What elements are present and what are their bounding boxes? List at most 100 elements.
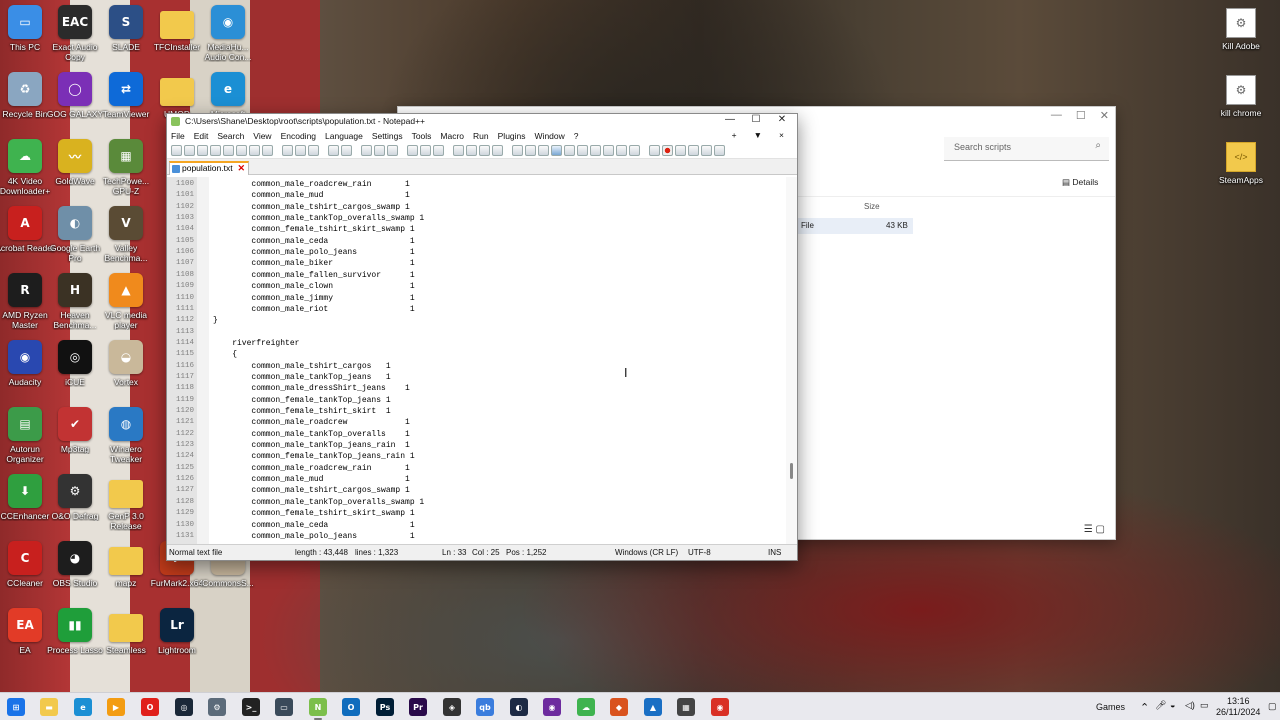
network-icon[interactable]: ◒ xyxy=(1170,700,1175,710)
games-label[interactable]: Games xyxy=(1096,702,1125,712)
chrome-icon[interactable]: ◉ xyxy=(711,698,729,716)
menu-window[interactable]: Window xyxy=(535,131,565,141)
chevron-up-icon[interactable]: ⌃ xyxy=(1140,701,1149,714)
photoshop-icon[interactable]: Ps xyxy=(376,698,394,716)
redo-icon[interactable] xyxy=(328,145,339,156)
steam-icon[interactable]: ◎ xyxy=(175,698,193,716)
code-line[interactable]: 1128 common_male_tankTop_overalls_swamp … xyxy=(167,497,787,508)
tool-icon[interactable] xyxy=(688,145,699,156)
terminal-icon[interactable]: >_ xyxy=(242,698,260,716)
media-icon[interactable]: ◉ xyxy=(543,698,561,716)
new-icon[interactable] xyxy=(171,145,182,156)
close-button[interactable]: ✕ xyxy=(769,114,795,125)
all-chars-icon[interactable] xyxy=(453,145,464,156)
sync-v-icon[interactable] xyxy=(407,145,418,156)
code-line[interactable]: 1129 common_female_tshirt_skirt_swamp 1 xyxy=(167,508,787,519)
code-line[interactable]: 1126 common_male_mud 1 xyxy=(167,474,787,485)
code-line[interactable]: 1105 common_male_ceda 1 xyxy=(167,236,787,247)
code-line[interactable]: 1125 common_male_roadcrew_rain 1 xyxy=(167,463,787,474)
maximize-button[interactable]: ☐ xyxy=(743,114,769,125)
code-line[interactable]: 1114 riverfreighter xyxy=(167,338,787,349)
settings-icon[interactable]: ⚙ xyxy=(208,698,226,716)
desktop-icon[interactable]: ◉ MediaHu... Audio Con... xyxy=(197,5,259,71)
clock-time[interactable]: 13:16 xyxy=(1227,696,1250,706)
opera-icon[interactable]: O xyxy=(141,698,159,716)
notepadpp-icon[interactable]: N xyxy=(309,698,327,720)
media-player-icon[interactable]: ▶ xyxy=(107,698,125,716)
view-toggle[interactable]: ☰ ▢ xyxy=(1084,524,1105,535)
code-line[interactable]: 1119 common_female_tankTop_jeans 1 xyxy=(167,395,787,406)
new-tab-icon[interactable]: + xyxy=(732,130,737,140)
clock-date[interactable]: 26/11/2024 xyxy=(1216,707,1260,717)
code-line[interactable]: 1108 common_male_fallen_survivor 1 xyxy=(167,270,787,281)
replace-icon[interactable] xyxy=(361,145,372,156)
menu-run[interactable]: Run xyxy=(473,131,489,141)
qbittorrent-icon[interactable]: qb xyxy=(476,698,494,716)
doc-map-icon[interactable] xyxy=(492,145,503,156)
save-icon[interactable] xyxy=(197,145,208,156)
minimize-icon[interactable]: — xyxy=(1051,109,1062,122)
code-line[interactable]: 1121 common_male_roadcrew 1 xyxy=(167,417,787,428)
text-editor[interactable]: 1100 common_male_roadcrew_rain 1 1101 com… xyxy=(167,177,787,544)
desktop-icon[interactable]: ◒ Vortex xyxy=(95,340,157,406)
menu-macro[interactable]: Macro xyxy=(440,131,464,141)
sync-h-icon[interactable] xyxy=(420,145,431,156)
paste-icon[interactable] xyxy=(295,145,306,156)
indent-guide-icon[interactable] xyxy=(466,145,477,156)
scrollbar-thumb[interactable] xyxy=(790,463,793,479)
tab-population-txt[interactable]: population.txt ✕ xyxy=(169,161,249,175)
notepadpp-window[interactable]: C:\Users\Shane\Desktop\root\scripts\popu… xyxy=(166,113,798,561)
code-line[interactable]: 1127 common_male_tshirt_cargos_swamp 1 xyxy=(167,485,787,496)
search-input[interactable]: Search scripts ⌕ xyxy=(944,137,1109,161)
open-icon[interactable] xyxy=(184,145,195,156)
print-icon[interactable] xyxy=(249,145,260,156)
close-icon[interactable]: ✕ xyxy=(1100,109,1109,122)
close-all-icon[interactable] xyxy=(236,145,247,156)
find-icon[interactable] xyxy=(341,145,352,156)
code-line[interactable]: 1118 common_male_dressShirt_jeans 1 xyxy=(167,383,787,394)
desktop-icon[interactable]: GenP 3.0 Release xyxy=(95,474,157,540)
code-line[interactable]: 1106 common_male_polo_jeans 1 xyxy=(167,247,787,258)
desktop-icon[interactable]: ▲ VLC media player xyxy=(95,273,157,339)
copy-icon[interactable] xyxy=(282,145,293,156)
menu-settings[interactable]: Settings xyxy=(372,131,403,141)
code-line[interactable]: 1117 common_male_tankTop_jeans 1 xyxy=(167,372,787,383)
menu-edit[interactable]: Edit xyxy=(194,131,209,141)
desktop-icon[interactable]: ◍ Winaero Tweaker xyxy=(95,407,157,473)
stop-icon[interactable] xyxy=(564,145,575,156)
tab-close-icon[interactable]: ✕ xyxy=(237,163,245,174)
start-icon[interactable]: ⊞ xyxy=(7,698,25,716)
code-line[interactable]: 1111 common_male_riot 1 xyxy=(167,304,787,315)
remote-icon[interactable]: ◆ xyxy=(610,698,628,716)
save-all-icon[interactable] xyxy=(210,145,221,156)
close-icon[interactable] xyxy=(223,145,234,156)
menu-encoding[interactable]: Encoding xyxy=(281,131,316,141)
maximize-icon[interactable]: ☐ xyxy=(1076,109,1086,122)
minimize-button[interactable]: — xyxy=(717,114,743,125)
desktop-icon[interactable]: ▦ TechPowe... GPU-Z xyxy=(95,139,157,205)
undo-icon[interactable] xyxy=(308,145,319,156)
menu-search[interactable]: Search xyxy=(217,131,244,141)
desktop-icon-kill-adobe[interactable]: ⚙ Kill Adobe xyxy=(1206,8,1276,51)
func-list-icon[interactable] xyxy=(512,145,523,156)
code-line[interactable]: 1130 common_male_ceda 1 xyxy=(167,520,787,531)
code-line[interactable]: 1123 common_male_tankTop_jeans_rain 1 xyxy=(167,440,787,451)
folder-workspace-icon[interactable] xyxy=(525,145,536,156)
record-icon[interactable] xyxy=(551,145,562,156)
blender-icon[interactable]: ◐ xyxy=(510,698,528,716)
davinci-icon[interactable]: ◈ xyxy=(443,698,461,716)
desktop-icon[interactable]: V Valley Benchma... xyxy=(95,206,157,272)
premiere-icon[interactable]: Pr xyxy=(409,698,427,716)
title-bar[interactable]: C:\Users\Shane\Desktop\root\scripts\popu… xyxy=(167,114,797,129)
zoom-in-icon[interactable] xyxy=(374,145,385,156)
tool-icon[interactable] xyxy=(662,145,673,156)
cut-icon[interactable] xyxy=(262,145,273,156)
list-view-icon[interactable]: ☰ xyxy=(1084,524,1093,535)
code-line[interactable]: 1100 common_male_roadcrew_rain 1 xyxy=(167,179,787,190)
code-line[interactable]: 1104 common_female_tshirt_skirt_swamp 1 xyxy=(167,224,787,235)
notification-icon[interactable]: ▢ xyxy=(1268,701,1277,712)
menu-plugins[interactable]: Plugins xyxy=(498,131,526,141)
code-line[interactable]: 1101 common_male_mud 1 xyxy=(167,190,787,201)
desktop-icon-kill-chrome[interactable]: ⚙ kill chrome xyxy=(1206,75,1276,118)
code-line[interactable]: 1124 common_female_tankTop_jeans_rain 1 xyxy=(167,451,787,462)
